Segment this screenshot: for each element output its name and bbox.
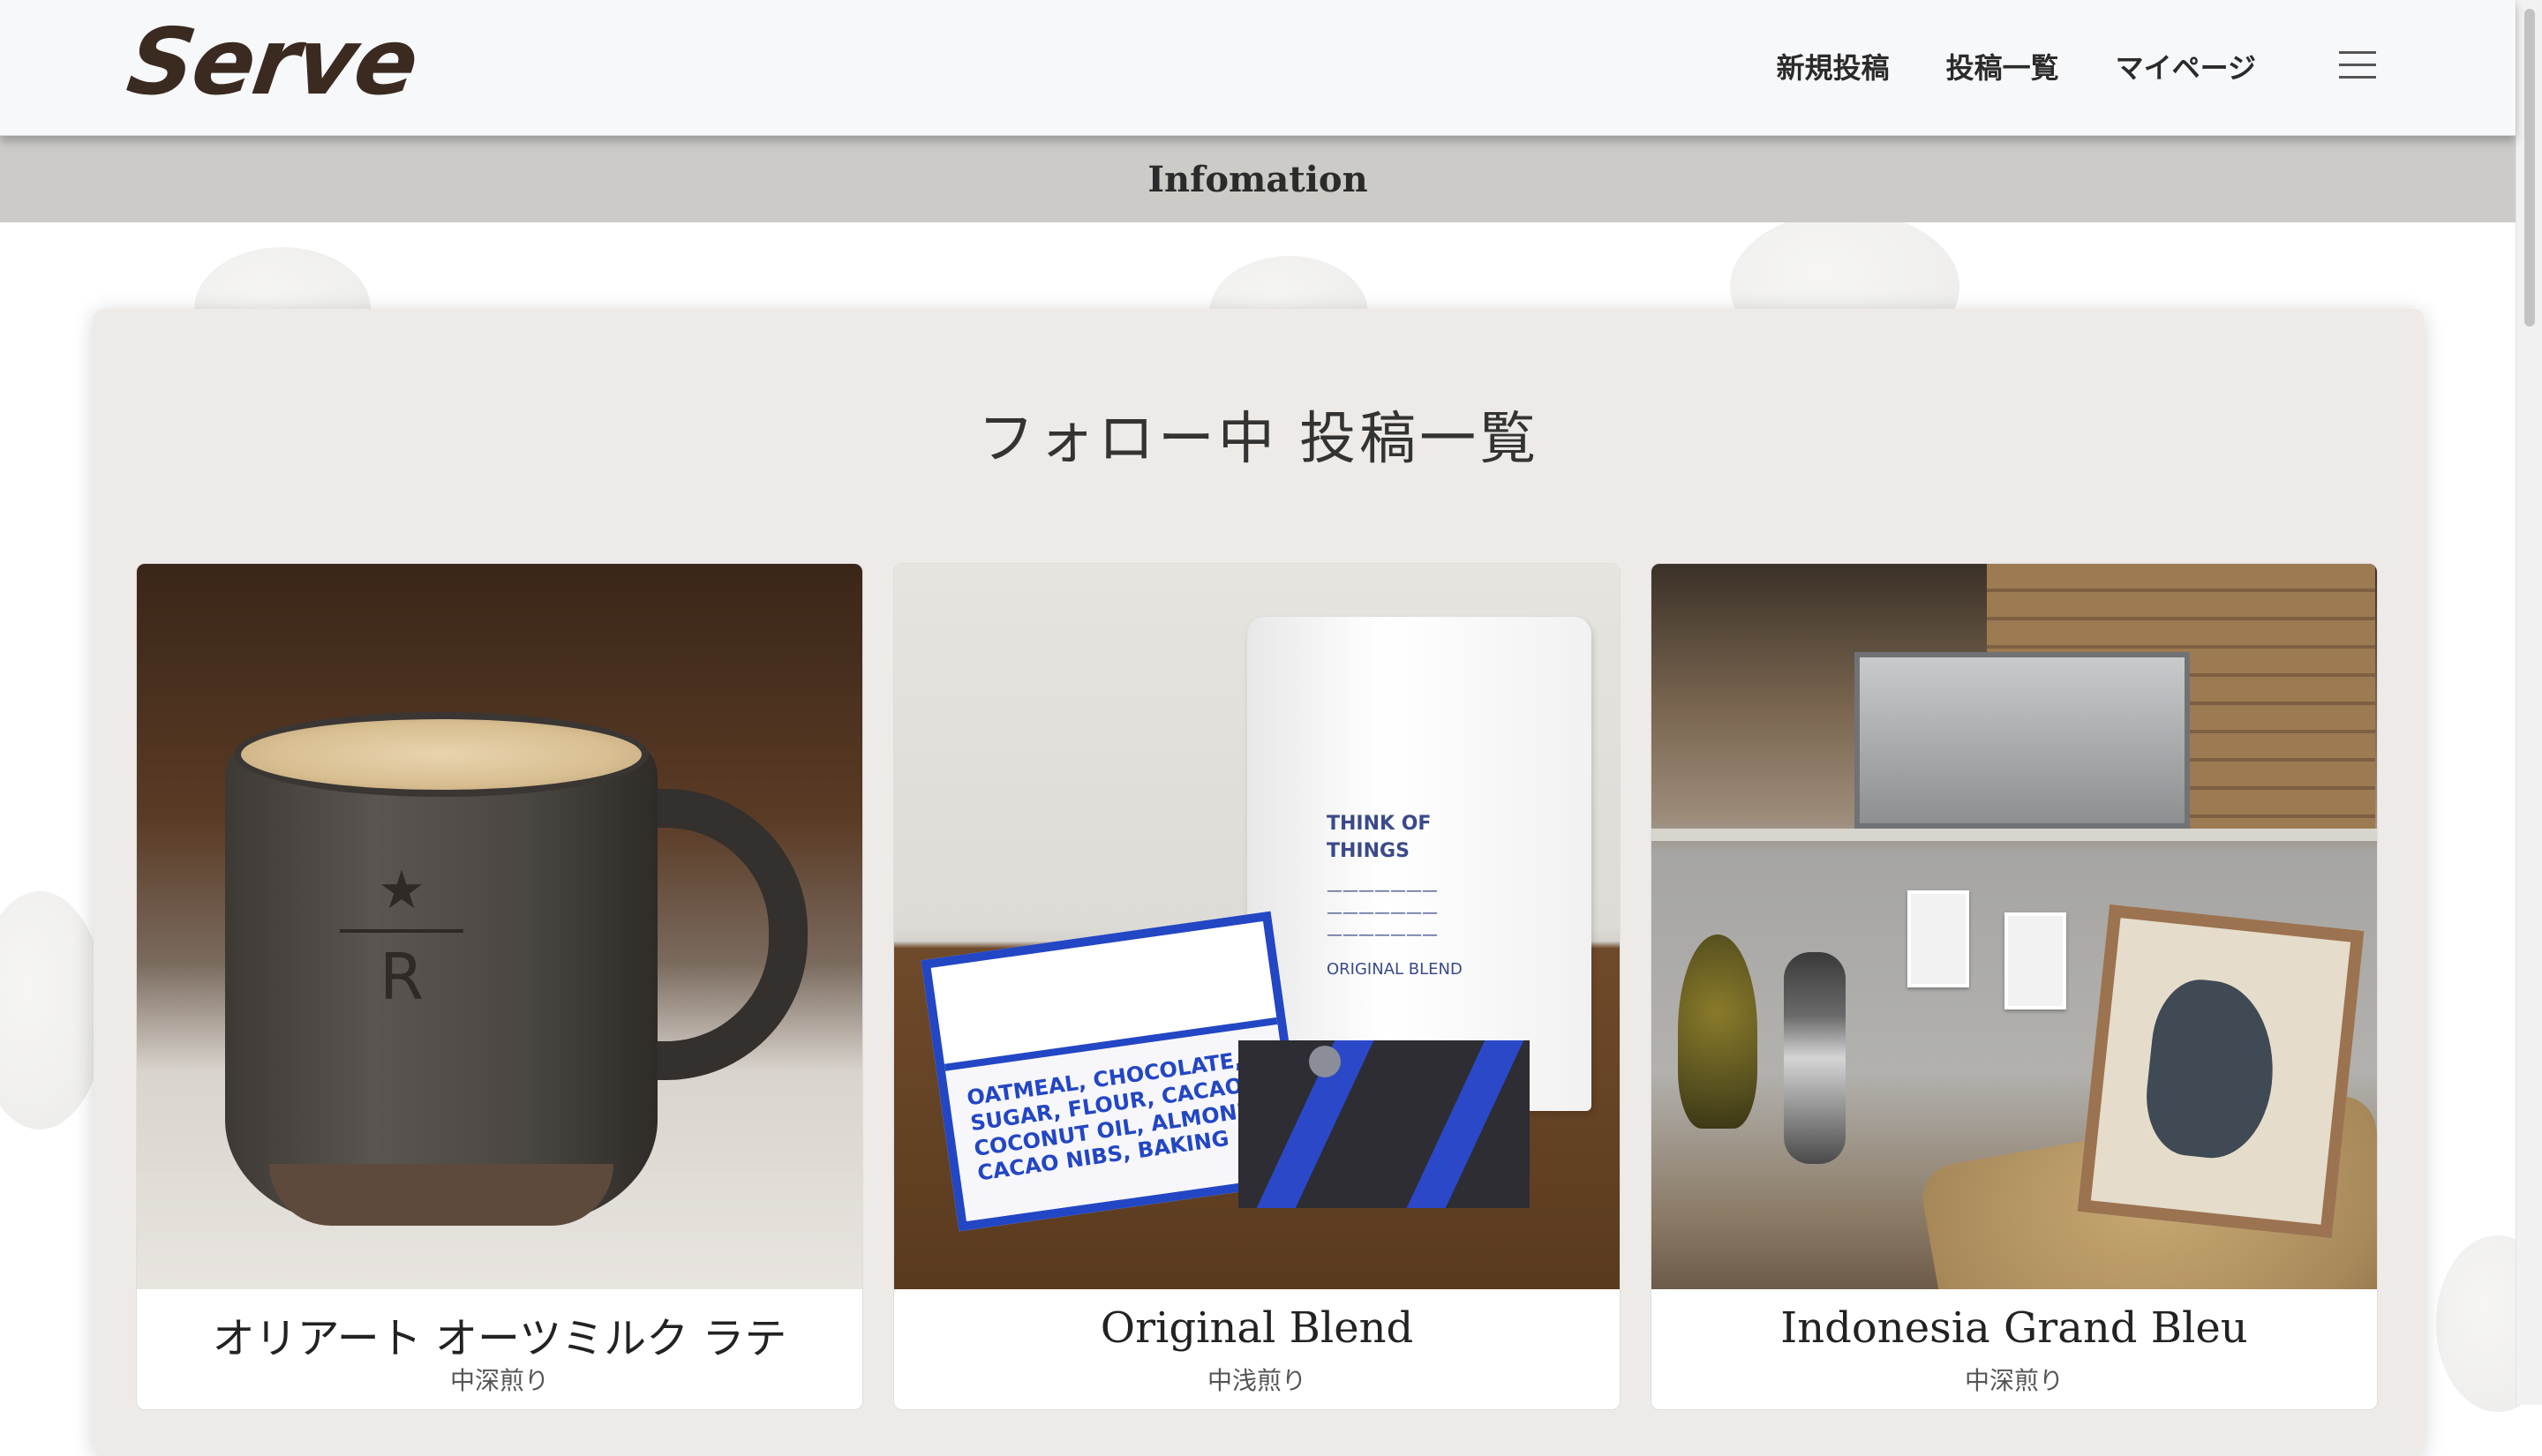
pinned-photo xyxy=(1907,890,1969,987)
nav-post-list[interactable]: 投稿一覧 xyxy=(1946,46,2059,86)
hamburger-menu-icon[interactable] xyxy=(2339,51,2376,83)
bean-decoration xyxy=(0,891,106,1130)
post-title: オリアート オーツミルク ラテ xyxy=(212,1314,787,1363)
nav-my-page[interactable]: マイページ xyxy=(2116,46,2256,86)
framed-art xyxy=(2077,904,2365,1239)
counter-shelf xyxy=(1651,829,2377,841)
info-bar-label: Infomation xyxy=(1147,158,1368,200)
nav-new-post[interactable]: 新規投稿 xyxy=(1777,46,1890,86)
page-title: フォロー中 投稿一覧 xyxy=(977,407,1540,472)
main-nav: 新規投稿 投稿一覧 マイページ xyxy=(1777,46,2256,86)
post-card[interactable]: THINK OF THINGS ——————— ——————— ——————— … xyxy=(893,563,1621,1410)
coffee-bag-photo: THINK OF THINGS ——————— ——————— ——————— … xyxy=(894,564,1620,1289)
cafe-interior-photo xyxy=(1651,564,2377,1289)
siphon-brewer xyxy=(1784,952,1846,1164)
mug-base xyxy=(269,1164,613,1226)
post-card[interactable]: Indonesia Grand Bleu 中深煎り xyxy=(1651,563,2378,1410)
following-posts-panel: フォロー中 投稿一覧 ★ R オリアート オーツミルク ラテ 中深煎り THIN… xyxy=(94,309,2424,1456)
coffee-machine xyxy=(1854,652,2190,829)
roast-level: 中深煎り xyxy=(1964,1366,2064,1395)
logo[interactable]: Serve xyxy=(121,8,423,116)
site-header: Serve 新規投稿 投稿一覧 マイページ xyxy=(0,0,2516,136)
bag-print: THINK OF THINGS ——————— ——————— ——————— … xyxy=(1327,813,1463,979)
scroll-thumb[interactable] xyxy=(2524,9,2535,326)
latte-mug-photo: ★ R xyxy=(137,564,862,1289)
pinned-photo xyxy=(2004,912,2066,1009)
mug-handle xyxy=(631,789,808,1080)
coffee-bag: THINK OF THINGS ——————— ——————— ——————— … xyxy=(1247,617,1591,1111)
post-title: Indonesia Grand Bleu xyxy=(1780,1303,2248,1353)
post-card[interactable]: ★ R オリアート オーツミルク ラテ 中深煎り xyxy=(136,563,863,1410)
roast-level: 中深煎り xyxy=(449,1366,549,1395)
plant xyxy=(1678,934,1757,1129)
info-bar[interactable]: Infomation xyxy=(0,136,2516,222)
vertical-scrollbar[interactable] xyxy=(2516,0,2542,1405)
roast-level: 中浅煎り xyxy=(1207,1366,1306,1395)
framed-art-figure xyxy=(2140,975,2283,1164)
post-title: Original Blend xyxy=(1100,1303,1414,1353)
mug-logo: ★ R xyxy=(340,864,463,1040)
latte-foam xyxy=(234,712,649,797)
dark-card-dot xyxy=(1309,1046,1341,1077)
dark-card xyxy=(1238,1040,1530,1208)
blue-stripe xyxy=(1387,1040,1530,1208)
